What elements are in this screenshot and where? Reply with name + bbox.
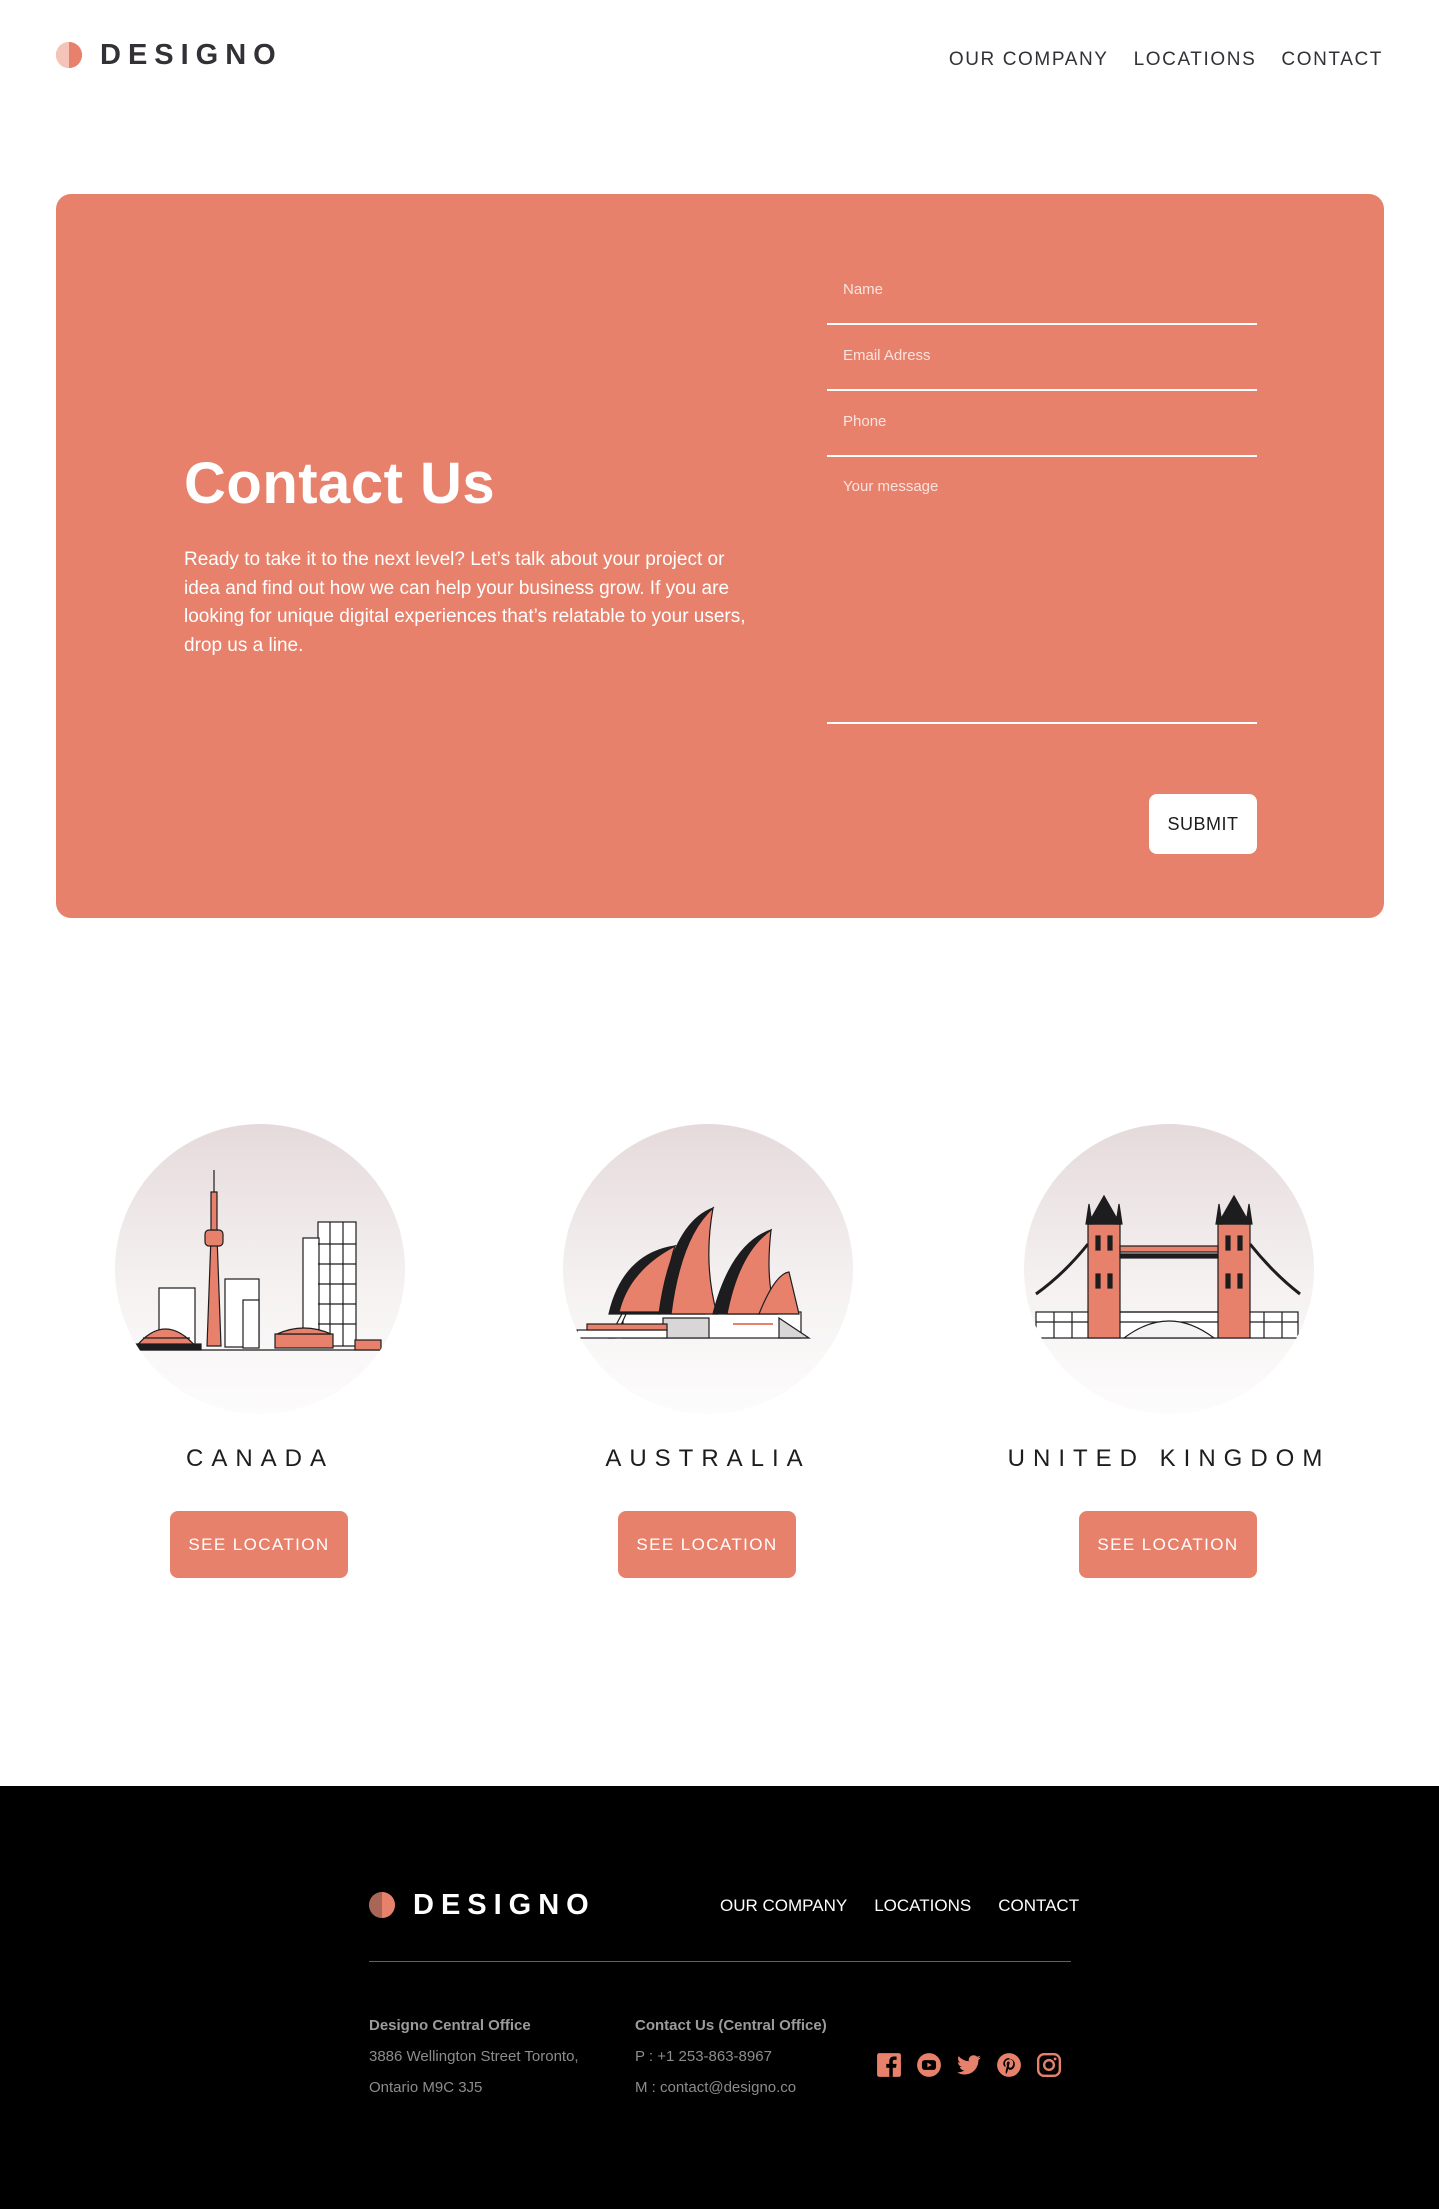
location-name-united-kingdom: UNITED KINGDOM: [1007, 1445, 1331, 1472]
footer-contact-info: Contact Us (Central Office) P : +1 253-8…: [635, 2010, 827, 2103]
message-field-wrap: [827, 477, 1257, 724]
phone-field-wrap: [827, 408, 1257, 457]
footer-nav-contact[interactable]: CONTACT: [998, 1895, 1079, 1917]
see-location-canada-button[interactable]: SEE LOCATION: [170, 1511, 348, 1578]
footer-nav: OUR COMPANY LOCATIONS CONTACT: [720, 1895, 1079, 1917]
contact-title: Contact Us: [184, 451, 496, 516]
footer-logo-mark-icon: [369, 1892, 395, 1918]
phone-input[interactable]: [827, 408, 1257, 455]
location-illustration-australia: [563, 1124, 853, 1414]
toronto-skyline-icon: [125, 1170, 389, 1351]
nav-our-company[interactable]: OUR COMPANY: [949, 49, 1109, 71]
logo-mark-icon: [56, 42, 82, 68]
footer-office-address-line2: Ontario M9C 3J5: [369, 2079, 483, 2096]
message-textarea[interactable]: [827, 477, 1257, 722]
location-name-australia: AUSTRALIA: [605, 1445, 811, 1472]
twitter-icon[interactable]: [956, 2052, 982, 2078]
instagram-icon[interactable]: [1036, 2052, 1062, 2078]
email-input[interactable]: [827, 342, 1257, 389]
site-footer: DESIGNO OUR COMPANY LOCATIONS CONTACT De…: [0, 1786, 1439, 2209]
location-name-canada: CANADA: [185, 1445, 335, 1472]
submit-button[interactable]: SUBMIT: [1149, 794, 1257, 854]
social-links: [876, 2052, 1062, 2078]
logo[interactable]: DESIGNO: [56, 40, 283, 70]
nav-contact[interactable]: CONTACT: [1281, 49, 1383, 71]
see-location-united-kingdom-button[interactable]: SEE LOCATION: [1079, 1511, 1257, 1578]
name-field-wrap: [827, 276, 1257, 325]
nav-locations[interactable]: LOCATIONS: [1134, 49, 1257, 71]
facebook-icon[interactable]: [876, 2052, 902, 2078]
footer-contact-email: M : contact@designo.co: [635, 2079, 797, 2096]
footer-nav-our-company[interactable]: OUR COMPANY: [720, 1895, 847, 1917]
sydney-opera-house-icon: [576, 1206, 811, 1339]
main-nav: OUR COMPANY LOCATIONS CONTACT: [949, 49, 1383, 71]
footer-divider: [369, 1961, 1071, 1962]
footer-contact-heading: Contact Us (Central Office): [635, 2017, 827, 2034]
see-location-australia-button[interactable]: SEE LOCATION: [618, 1511, 796, 1578]
contact-description: Ready to take it to the next level? Let’…: [184, 549, 746, 656]
tower-bridge-icon: [1035, 1194, 1301, 1339]
footer-office-heading: Designo Central Office: [369, 2017, 531, 2034]
logo-text: DESIGNO: [100, 39, 283, 71]
footer-office-address-line1: 3886 Wellington Street Toronto,: [369, 2048, 579, 2065]
footer-contact-phone: P : +1 253-863-8967: [635, 2048, 772, 2065]
footer-logo[interactable]: DESIGNO: [369, 1890, 596, 1920]
site-header: DESIGNO OUR COMPANY LOCATIONS CONTACT: [0, 0, 1439, 120]
location-illustration-canada: [115, 1124, 405, 1414]
name-input[interactable]: [827, 276, 1257, 323]
pinterest-icon[interactable]: [996, 2052, 1022, 2078]
location-illustration-united-kingdom: [1024, 1124, 1314, 1414]
youtube-icon[interactable]: [916, 2052, 942, 2078]
footer-nav-locations[interactable]: LOCATIONS: [874, 1895, 971, 1917]
footer-logo-text: DESIGNO: [413, 1889, 596, 1921]
footer-office-info: Designo Central Office 3886 Wellington S…: [369, 2010, 579, 2103]
email-field-wrap: [827, 342, 1257, 391]
contact-panel: Contact Us Ready to take it to the next …: [56, 194, 1384, 918]
